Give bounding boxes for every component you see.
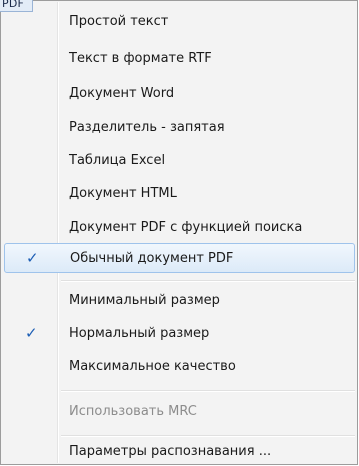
menu-item-plain-text[interactable]: Простой текст bbox=[4, 9, 355, 36]
menu-item-max-quality[interactable]: Максимальное качество bbox=[4, 354, 355, 381]
menu-item-label: Документ PDF с функцией поиска bbox=[69, 220, 303, 235]
menu-item-use-mrc: Использовать MRC bbox=[4, 399, 355, 426]
pdf-format-button[interactable]: PDF bbox=[0, 0, 33, 12]
menu-separator bbox=[61, 280, 355, 282]
menu-item-word[interactable]: Документ Word bbox=[4, 81, 355, 108]
checkmark-icon: ✓ bbox=[26, 249, 39, 267]
menu-item-excel[interactable]: Таблица Excel bbox=[4, 148, 355, 175]
menu-item-label: Документ HTML bbox=[69, 186, 177, 201]
menu-item-rtf[interactable]: Текст в формате RTF bbox=[4, 46, 355, 73]
menu-item-label: Документ Word bbox=[69, 86, 175, 101]
menu-item-label: Параметры распознавания ... bbox=[69, 444, 272, 459]
menu-item-label: Использовать MRC bbox=[69, 404, 197, 419]
menu-separator bbox=[61, 435, 355, 437]
menu-item-label: Нормальный размер bbox=[69, 326, 210, 341]
menu-item-label: Максимальное качество bbox=[69, 359, 236, 374]
menu-separator bbox=[61, 390, 355, 392]
menu-item-label: Обычный документ PDF bbox=[70, 251, 234, 266]
menu-item-html[interactable]: Документ HTML bbox=[4, 181, 355, 208]
menu-item-label: Разделитель - запятая bbox=[69, 120, 225, 135]
menu-item-label: Минимальный размер bbox=[69, 293, 220, 308]
checkmark-icon: ✓ bbox=[25, 324, 38, 342]
menu-item-label: Таблица Excel bbox=[69, 153, 166, 168]
menu-item-min-size[interactable]: Минимальный размер bbox=[4, 288, 355, 315]
menu-item-searchable-pdf[interactable]: Документ PDF с функцией поиска bbox=[4, 215, 355, 242]
menu-item-recognition-settings[interactable]: Параметры распознавания ... bbox=[4, 439, 355, 466]
pdf-format-label: PDF bbox=[2, 0, 25, 10]
menu-item-plain-pdf[interactable]: ✓ Обычный документ PDF bbox=[4, 243, 355, 273]
menu-item-label: Простой текст bbox=[69, 14, 169, 29]
menu-item-csv[interactable]: Разделитель - запятая bbox=[4, 115, 355, 142]
menu-item-normal-size[interactable]: ✓ Нормальный размер bbox=[4, 321, 355, 348]
context-menu: Простой текст Текст в формате RTF Докуме… bbox=[0, 0, 358, 465]
menu-item-label: Текст в формате RTF bbox=[69, 51, 212, 66]
